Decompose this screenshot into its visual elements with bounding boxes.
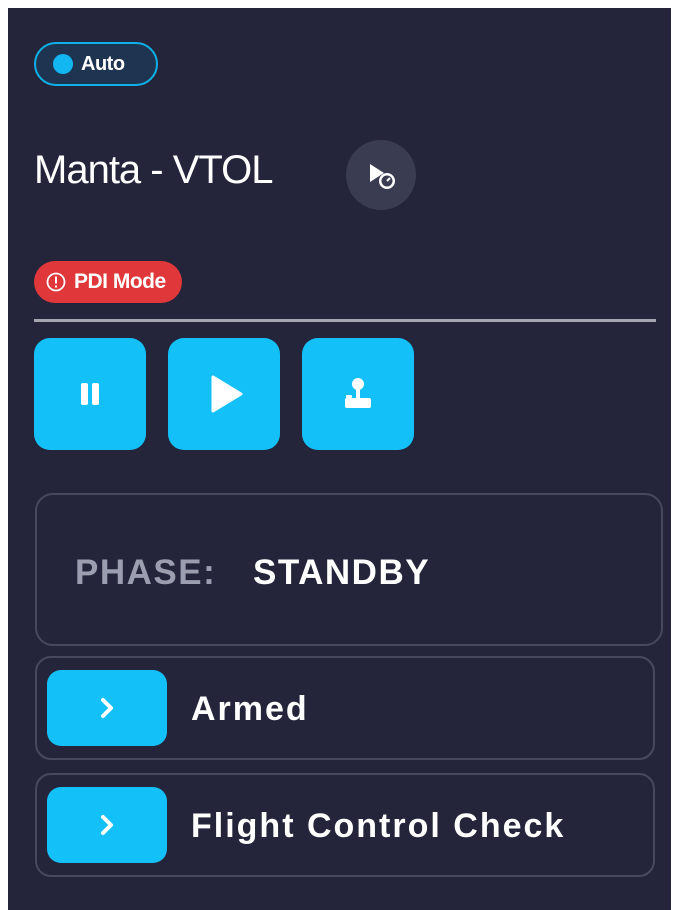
- play-icon: [211, 375, 243, 413]
- exclamation-circle-icon: [46, 272, 66, 292]
- step-label: Flight Control Check: [191, 807, 566, 845]
- chevron-right-icon: [101, 815, 113, 835]
- pause-icon: [81, 383, 99, 405]
- auto-status-dot: [53, 54, 73, 74]
- step-label: Armed: [191, 690, 309, 728]
- pause-button[interactable]: [34, 338, 146, 450]
- vehicle-name: Manta - VTOL: [34, 148, 273, 192]
- phase-label: PHASE:: [75, 553, 217, 592]
- joystick-button[interactable]: [302, 338, 414, 450]
- joystick-icon: [345, 378, 371, 408]
- chevron-right-icon: [101, 698, 113, 718]
- phase-card: PHASE: STANDBY: [35, 493, 663, 646]
- auto-mode-toggle[interactable]: Auto: [34, 42, 158, 86]
- step-flight-control-check[interactable]: Flight Control Check: [35, 773, 655, 877]
- divider: [34, 319, 656, 322]
- speed-control-button[interactable]: [346, 140, 416, 210]
- mission-panel: Auto Manta - VTOL PDI Mode PHASE: STANDB…: [8, 8, 671, 910]
- play-gauge-icon: [370, 164, 395, 189]
- pdi-mode-badge: PDI Mode: [34, 261, 182, 303]
- step-armed[interactable]: Armed: [35, 656, 655, 760]
- step-expand-button[interactable]: [47, 670, 167, 746]
- auto-mode-label: Auto: [81, 52, 125, 75]
- pdi-mode-label: PDI Mode: [74, 270, 166, 293]
- step-expand-button[interactable]: [47, 787, 167, 863]
- play-button[interactable]: [168, 338, 280, 450]
- phase-value: STANDBY: [253, 553, 431, 592]
